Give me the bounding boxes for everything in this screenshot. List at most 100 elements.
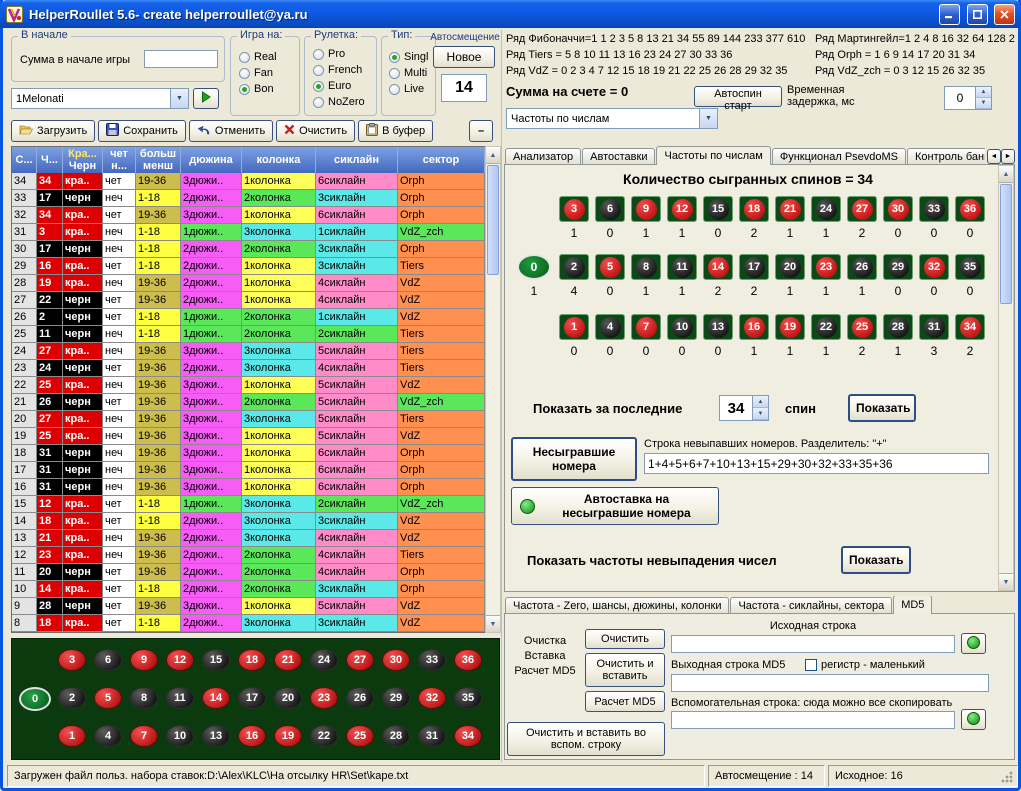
toolbar-undo-button[interactable]: Отменить (189, 120, 273, 142)
board-number-13[interactable]: 13 (202, 725, 230, 747)
radio-option-fan[interactable]: Fan (239, 65, 277, 81)
table-row[interactable]: 1223кра..неч19-362дюжи..2колонка4сиклайн… (12, 547, 485, 564)
freq-number-22[interactable]: 22 (811, 314, 841, 340)
bottom-tab-0[interactable]: Частота - Zero, шансы, дюжины, колонки (505, 597, 729, 614)
board-number-23[interactable]: 23 (310, 687, 338, 709)
board-number-36[interactable]: 36 (454, 649, 482, 671)
board-number-5[interactable]: 5 (94, 687, 122, 709)
table-row[interactable]: 2819кра..неч19-362дюжи..1колонка4сиклайн… (12, 275, 485, 292)
md5-clear-paste-button[interactable]: Очистить и вставить (585, 653, 665, 687)
freq-number-25[interactable]: 25 (847, 314, 877, 340)
table-row[interactable]: 928чернчет19-363дюжи..1колонка5сиклайнVd… (12, 598, 485, 615)
table-row[interactable]: 2027кра..неч19-363дюжи..3колонка5сиклайн… (12, 411, 485, 428)
register-checkbox[interactable] (805, 659, 817, 671)
maximize-button[interactable] (967, 4, 988, 25)
table-row[interactable]: 3234кра..чет19-363дюжи..1колонка6сиклайн… (12, 207, 485, 224)
freq-number-30[interactable]: 30 (883, 196, 913, 222)
chevron-down-icon[interactable]: ▼ (699, 109, 717, 128)
md5-aux-input[interactable] (671, 711, 955, 729)
mode-select[interactable]: Частоты по числам ▼ (506, 108, 718, 129)
toolbar-floppy-disk-button[interactable]: Сохранить (98, 120, 186, 142)
freq-number-0[interactable]: 0 (517, 254, 551, 280)
radio-option-real[interactable]: Real (239, 49, 277, 65)
freq-number-28[interactable]: 28 (883, 314, 913, 340)
md5-clear-paste-aux-button[interactable]: Очистить и вставить во вспом. строку (507, 722, 665, 756)
tab-4[interactable]: Контроль банкро (907, 148, 985, 165)
table-row[interactable]: 1418кра..чет1-182дюжи..3колонка3сиклайнV… (12, 513, 485, 530)
tab-scroll-right-icon[interactable]: ► (1001, 149, 1015, 164)
freq-number-17[interactable]: 17 (739, 254, 769, 280)
freq-number-19[interactable]: 19 (775, 314, 805, 340)
tab-2[interactable]: Частоты по числам (656, 146, 770, 165)
table-row[interactable]: 818кра..чет1-182дюжи..3колонка3сиклайнVd… (12, 615, 485, 632)
table-row[interactable]: 1014кра..чет1-182дюжи..2колонка3сиклайнO… (12, 581, 485, 598)
md5-calc-button[interactable]: Расчет MD5 (585, 691, 665, 712)
play-button[interactable] (193, 88, 219, 109)
board-number-1[interactable]: 1 (58, 725, 86, 747)
spinner-down-icon[interactable]: ▼ (976, 98, 991, 109)
board-number-30[interactable]: 30 (382, 649, 410, 671)
chevron-down-icon[interactable]: ▼ (170, 89, 188, 108)
md5-clear-button[interactable]: Очистить (585, 629, 665, 649)
close-button[interactable] (994, 4, 1015, 25)
spinner-down-icon[interactable]: ▼ (753, 408, 768, 420)
freq-number-33[interactable]: 33 (919, 196, 949, 222)
freq-number-11[interactable]: 11 (667, 254, 697, 280)
scrollbar-thumb[interactable] (1000, 184, 1012, 304)
table-scrollbar[interactable]: ▲ ▼ (485, 146, 501, 633)
board-number-18[interactable]: 18 (238, 649, 266, 671)
freq-number-4[interactable]: 4 (595, 314, 625, 340)
tab-scroll-left-icon[interactable]: ◄ (987, 149, 1001, 164)
freq-number-36[interactable]: 36 (955, 196, 985, 222)
toolbar-clipboard-button[interactable]: В буфер (358, 120, 433, 142)
freq-number-1[interactable]: 1 (559, 314, 589, 340)
freq-number-6[interactable]: 6 (595, 196, 625, 222)
freq-number-12[interactable]: 12 (667, 196, 697, 222)
table-row[interactable]: 2722чернчет19-362дюжи..1колонка4сиклайнV… (12, 292, 485, 309)
board-number-7[interactable]: 7 (130, 725, 158, 747)
show-missing-freq-button[interactable]: Показать (841, 546, 911, 574)
radio-option-french[interactable]: French (313, 62, 365, 78)
table-row[interactable]: 3317черннеч1-182дюжи..2колонка3сиклайнOr… (12, 190, 485, 207)
freq-number-34[interactable]: 34 (955, 314, 985, 340)
board-number-9[interactable]: 9 (130, 649, 158, 671)
md5-run-button-2[interactable] (961, 709, 986, 730)
table-row[interactable]: 1925кра..неч19-363дюжи..1колонка5сиклайн… (12, 428, 485, 445)
board-number-28[interactable]: 28 (382, 725, 410, 747)
scroll-down-icon[interactable]: ▼ (999, 573, 1013, 590)
minus-button[interactable]: – (469, 120, 493, 142)
board-number-26[interactable]: 26 (346, 687, 374, 709)
radio-option-nozero[interactable]: NoZero (313, 94, 365, 110)
delay-spinner[interactable]: 0 ▲▼ (944, 86, 992, 110)
scroll-up-icon[interactable]: ▲ (999, 166, 1013, 183)
board-number-0[interactable]: 0 (19, 687, 51, 711)
freq-number-23[interactable]: 23 (811, 254, 841, 280)
freq-number-27[interactable]: 27 (847, 196, 877, 222)
freq-number-32[interactable]: 32 (919, 254, 949, 280)
freq-number-20[interactable]: 20 (775, 254, 805, 280)
table-row[interactable]: 2225кра..неч19-363дюжи..1колонка5сиклайн… (12, 377, 485, 394)
radio-option-bon[interactable]: Bon (239, 81, 277, 97)
table-row[interactable]: 2126чернчет19-363дюжи..2колонка5сиклайнV… (12, 394, 485, 411)
freq-number-29[interactable]: 29 (883, 254, 913, 280)
table-row[interactable]: 2916кра..чет1-182дюжи..1колонка3сиклайнT… (12, 258, 485, 275)
board-number-4[interactable]: 4 (94, 725, 122, 747)
show-last-button[interactable]: Показать (848, 394, 916, 422)
table-row[interactable]: 1731черннеч19-363дюжи..1колонка6сиклайнO… (12, 462, 485, 479)
toolbar-clear-button[interactable]: Очистить (276, 120, 355, 142)
board-number-20[interactable]: 20 (274, 687, 302, 709)
freq-number-5[interactable]: 5 (595, 254, 625, 280)
freq-number-31[interactable]: 31 (919, 314, 949, 340)
minimize-button[interactable] (939, 4, 960, 25)
board-number-16[interactable]: 16 (238, 725, 266, 747)
table-row[interactable]: 2511черннеч1-181дюжи..2колонка2сиклайнTi… (12, 326, 485, 343)
freq-number-9[interactable]: 9 (631, 196, 661, 222)
autospin-start-button[interactable]: Автоспин старт (694, 86, 782, 107)
freq-number-10[interactable]: 10 (667, 314, 697, 340)
table-row[interactable]: 3434кра..чет19-363дюжи..1колонка6сиклайн… (12, 173, 485, 190)
bottom-tab-2[interactable]: MD5 (893, 596, 932, 614)
md5-output-input[interactable] (671, 674, 989, 692)
board-number-31[interactable]: 31 (418, 725, 446, 747)
radio-option-multi[interactable]: Multi (389, 65, 428, 81)
scroll-up-icon[interactable]: ▲ (486, 147, 500, 164)
